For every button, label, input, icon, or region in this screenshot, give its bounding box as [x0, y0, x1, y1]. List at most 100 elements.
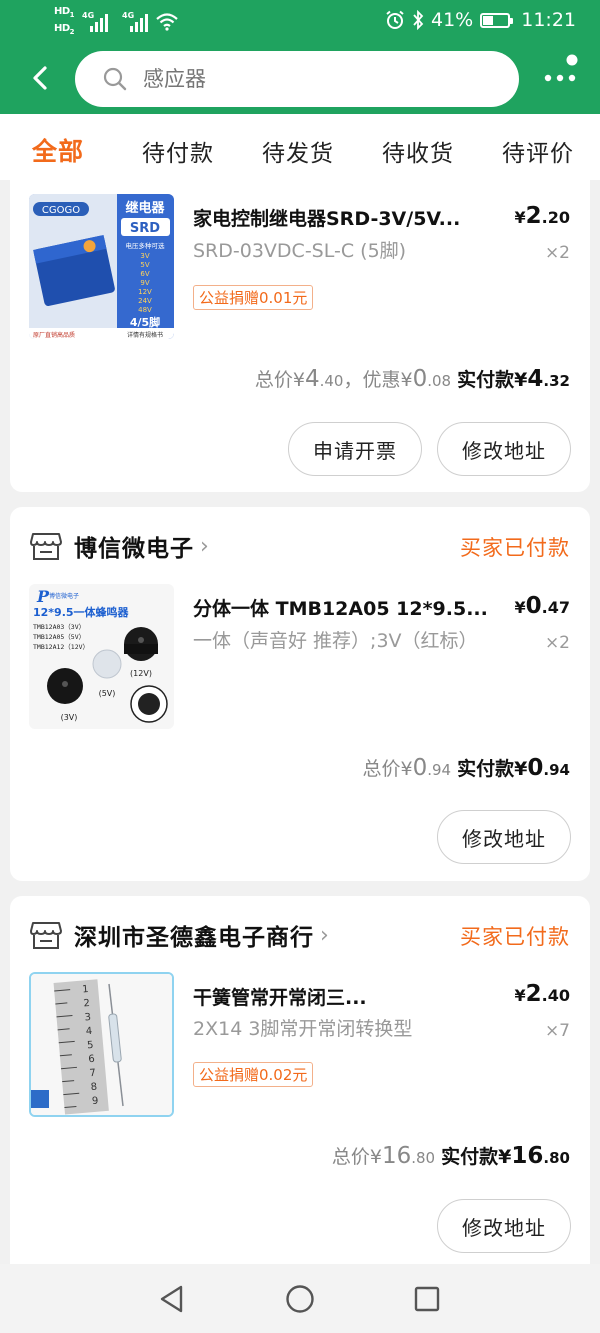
shop-name: 深圳市圣德鑫电子商行	[74, 925, 314, 951]
relay-image: CGOGO 继电器 SRD 电压多种可选 3V 5V 6V 9V 12V 24V…	[29, 194, 174, 339]
nav-home-icon[interactable]	[283, 1282, 317, 1316]
order-status: 买家已付款	[460, 925, 570, 949]
svg-text:12*9.5一体蜂鸣器: 12*9.5一体蜂鸣器	[33, 605, 130, 619]
nav-recent-icon[interactable]	[410, 1282, 444, 1316]
order-totals: 总价¥0.94 实付款¥0.94	[362, 755, 571, 781]
buzzer-image: P 博信微电子 12*9.5一体蜂鸣器 TMB12A03（3V） TMB12A0…	[29, 584, 174, 729]
svg-text:详情有规格书: 详情有规格书	[127, 331, 163, 339]
svg-text:7: 7	[89, 1068, 96, 1080]
modify-address-button[interactable]: 修改地址	[437, 1199, 571, 1253]
product-quantity: ×2	[544, 633, 570, 653]
svg-text:TMB12A05（5V）: TMB12A05（5V）	[33, 633, 85, 641]
hd2-indicator: HD2	[54, 23, 75, 36]
product-thumbnail[interactable]: P 博信微电子 12*9.5一体蜂鸣器 TMB12A03（3V） TMB12A0…	[29, 584, 174, 729]
svg-text:9V: 9V	[140, 279, 149, 287]
svg-text:4/5脚: 4/5脚	[130, 315, 160, 329]
shop-name: 博信微电子	[74, 536, 194, 562]
status-left: HD1 HD2 4G 4G	[54, 6, 178, 38]
shop-header[interactable]: 深圳市圣德鑫电子商行 ›	[30, 918, 329, 952]
svg-text:1: 1	[82, 984, 89, 996]
charity-badge: 公益捐赠0.01元	[193, 285, 314, 310]
svg-text:6: 6	[88, 1054, 95, 1066]
nav-back-icon[interactable]	[155, 1282, 189, 1316]
tab-pending-receipt[interactable]: 待收货	[382, 134, 454, 168]
svg-text:原厂直销高品质: 原厂直销高品质	[33, 331, 75, 339]
svg-text:5V: 5V	[140, 261, 149, 269]
svg-text:P: P	[36, 587, 50, 606]
status-right: 41% 11:21	[385, 9, 576, 31]
hd1-indicator: HD1	[54, 6, 75, 19]
tab-pending-payment[interactable]: 待付款	[142, 134, 214, 168]
tab-pending-shipment[interactable]: 待发货	[262, 134, 334, 168]
svg-text:4: 4	[85, 1026, 92, 1038]
order-card: 深圳市圣德鑫电子商行 › 买家已付款 1 2 3 4 5 6 7 8 9 干簧管…	[10, 896, 590, 1264]
svg-text:48V: 48V	[138, 306, 152, 314]
svg-text:电压多种可选: 电压多种可选	[126, 241, 166, 250]
order-totals: 总价¥16.80 实付款¥16.80	[331, 1143, 570, 1169]
search-bar[interactable]	[75, 51, 519, 107]
order-card: CGOGO 继电器 SRD 电压多种可选 3V 5V 6V 9V 12V 24V…	[10, 180, 590, 492]
svg-text:9: 9	[92, 1096, 99, 1108]
product-title[interactable]: 家电控制继电器SRD-3V/5V...	[193, 204, 493, 231]
tab-all[interactable]: 全部	[32, 132, 84, 168]
battery-icon	[480, 12, 514, 28]
request-invoice-button[interactable]: 申请开票	[288, 422, 422, 476]
svg-text:CGOGO: CGOGO	[42, 205, 80, 216]
svg-text:TMB12A12（12V）: TMB12A12（12V）	[33, 643, 89, 651]
chevron-right-icon: ›	[200, 533, 209, 559]
svg-text:(12V): (12V)	[130, 669, 152, 678]
shop-icon	[30, 922, 62, 949]
search-input[interactable]	[143, 67, 483, 91]
signal-2-icon: 4G	[122, 11, 149, 32]
reed-switch-image: 1 2 3 4 5 6 7 8 9	[31, 974, 172, 1115]
svg-text:继电器: 继电器	[125, 200, 165, 216]
top-header: HD1 HD2 4G 4G 41% 11:21 感应器	[0, 0, 600, 114]
alarm-icon	[386, 10, 404, 29]
svg-text:3: 3	[84, 1012, 91, 1024]
product-spec: 一体（声音好 推荐）;3V（红标）	[193, 630, 478, 652]
svg-text:12V: 12V	[138, 288, 152, 296]
product-price: ¥2.20	[514, 203, 571, 229]
more-dots-icon[interactable]	[540, 50, 584, 94]
product-quantity: ×7	[544, 1021, 570, 1041]
system-nav-bar	[0, 1264, 600, 1333]
svg-text:5: 5	[87, 1040, 94, 1052]
product-thumbnail[interactable]: CGOGO 继电器 SRD 电压多种可选 3V 5V 6V 9V 12V 24V…	[29, 194, 174, 339]
svg-text:2: 2	[83, 998, 90, 1010]
wifi-icon	[156, 13, 178, 31]
bluetooth-icon	[413, 10, 424, 30]
product-title[interactable]: 干簧管常开常闭三...	[193, 983, 493, 1010]
svg-text:3V: 3V	[140, 252, 149, 260]
svg-text:SRD: SRD	[130, 221, 160, 236]
order-totals: 总价¥4.40，优惠¥0.08 实付款¥4.32	[254, 366, 570, 392]
svg-text:8: 8	[90, 1082, 97, 1094]
shop-icon	[30, 533, 62, 560]
order-tabs: 全部 待付款 待发货 待收货 待评价	[0, 114, 600, 180]
tab-pending-review[interactable]: 待评价	[502, 134, 574, 168]
shop-header[interactable]: 博信微电子 ›	[30, 529, 209, 563]
order-status: 买家已付款	[460, 536, 570, 560]
back-button[interactable]	[22, 60, 58, 96]
product-thumbnail[interactable]: 1 2 3 4 5 6 7 8 9	[29, 972, 174, 1117]
svg-text:24V: 24V	[138, 297, 152, 305]
back-arrow-icon	[33, 66, 47, 90]
charity-badge: 公益捐赠0.02元	[193, 1062, 314, 1087]
product-price: ¥0.47	[514, 593, 571, 619]
product-spec: SRD-03VDC-SL-C (5脚)	[193, 240, 407, 262]
svg-text:6V: 6V	[140, 270, 149, 278]
chevron-right-icon: ›	[320, 922, 329, 948]
product-price: ¥2.40	[514, 981, 571, 1007]
battery-percent: 41%	[431, 9, 474, 31]
order-card: 博信微电子 › 买家已付款 P 博信微电子 12*9.5一体蜂鸣器 TMB12A…	[10, 507, 590, 881]
svg-text:TMB12A03（3V）: TMB12A03（3V）	[33, 623, 85, 631]
product-title[interactable]: 分体一体 TMB12A05 12*9.5...	[193, 594, 493, 621]
modify-address-button[interactable]: 修改地址	[437, 810, 571, 864]
search-icon	[103, 67, 127, 91]
clock: 11:21	[521, 9, 576, 31]
signal-1-icon: 4G	[82, 11, 109, 32]
modify-address-button[interactable]: 修改地址	[437, 422, 571, 476]
svg-text:(3V): (3V)	[61, 713, 78, 722]
svg-text:博信微电子: 博信微电子	[49, 592, 79, 600]
product-spec: 2X14 3脚常开常闭转换型	[193, 1018, 413, 1040]
svg-text:(5V): (5V)	[99, 689, 116, 698]
